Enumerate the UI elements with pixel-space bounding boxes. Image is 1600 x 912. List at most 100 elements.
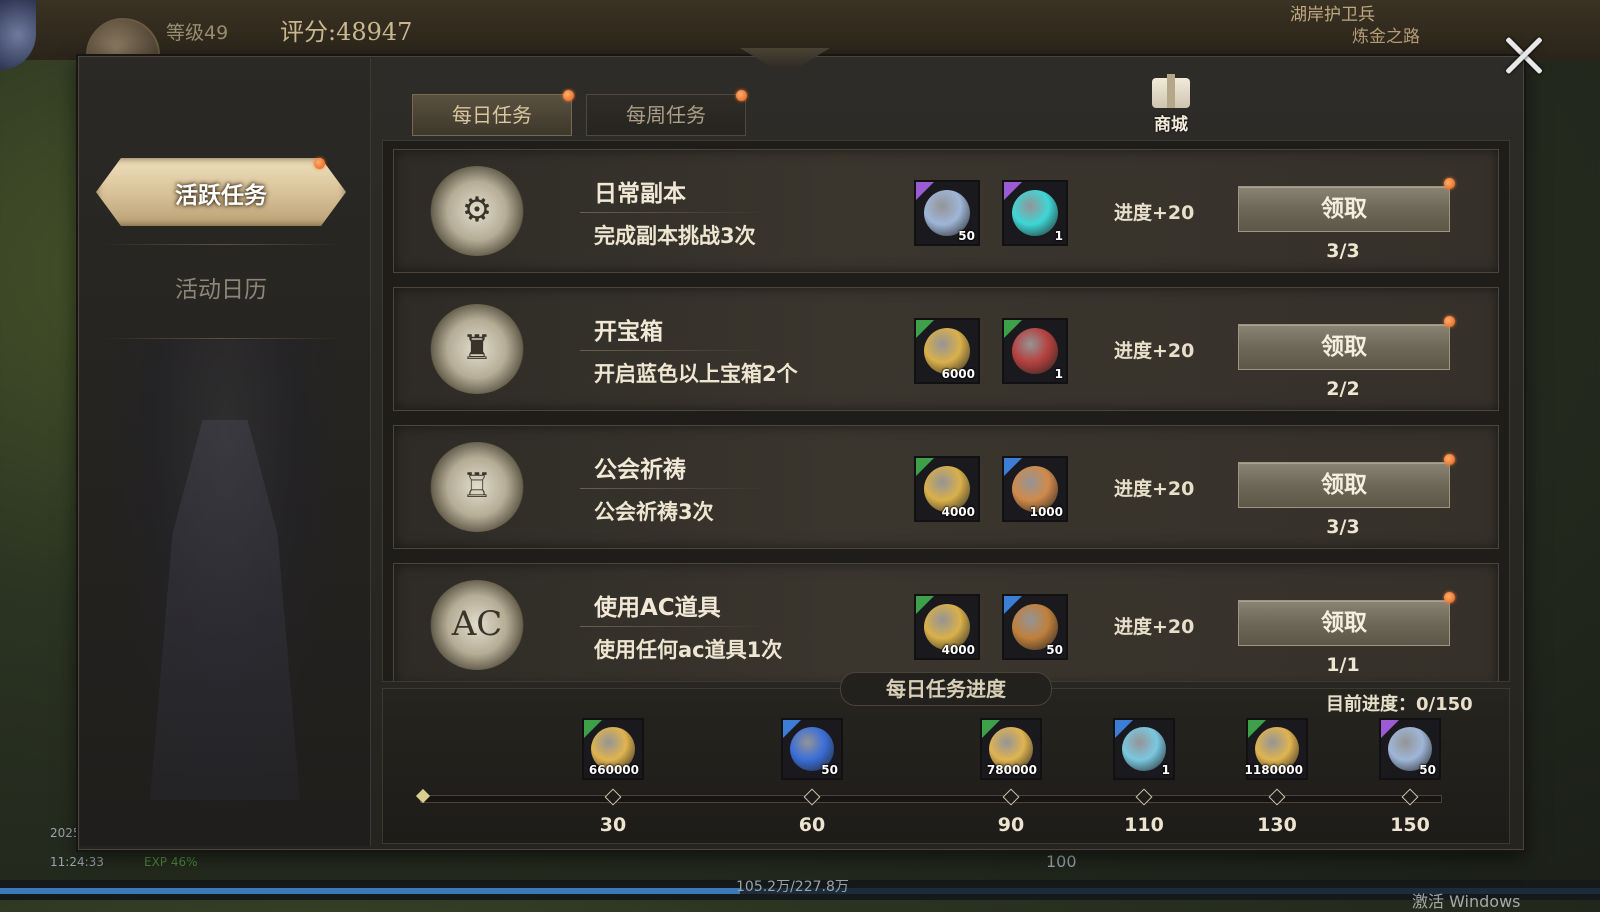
treasure-chest-icon: ♜ <box>430 304 524 394</box>
daily-progress-title: 每日任务进度 <box>840 672 1052 706</box>
reward-slot[interactable]: 4000 <box>914 594 980 660</box>
reward-slot[interactable]: 1000 <box>1002 456 1068 522</box>
sidebar-item-event-calendar[interactable]: 活动日历 <box>96 270 346 310</box>
claim-button[interactable]: 领取 <box>1238 186 1450 232</box>
sidebar-divider <box>102 338 342 339</box>
reward-quantity: 50 <box>821 763 838 777</box>
task-list[interactable]: ⚙ 日常副本 完成副本挑战3次 进度+20 领取 3/3 50 1 ♜ 开宝箱 … <box>382 140 1510 682</box>
milestone-reward[interactable]: 660000 <box>582 718 644 780</box>
reward-quantity: 4000 <box>941 505 975 519</box>
progress-bonus: 进度+20 <box>1114 616 1195 638</box>
player-level: 等级49 <box>166 22 229 44</box>
task-count: 3/3 <box>1326 240 1360 262</box>
task-icon-glyph: ♜ <box>461 328 493 368</box>
progress-track <box>420 795 1442 803</box>
reward-quantity: 1000 <box>1029 505 1063 519</box>
clock-text: 11:24:33 <box>50 855 104 869</box>
notification-dot <box>1444 454 1455 465</box>
player-score: 评分:48947 <box>280 18 413 46</box>
tab-daily-tasks[interactable]: 每日任务 <box>412 94 572 136</box>
close-button[interactable] <box>1496 28 1552 84</box>
ac-item-icon: AC <box>430 580 524 670</box>
reward-quantity: 50 <box>958 229 975 243</box>
exp-text: 105.2万/227.8万 <box>736 879 849 895</box>
task-divider <box>580 626 770 627</box>
task-divider <box>580 212 770 213</box>
hammer-icon <box>1012 328 1058 374</box>
reward-quantity: 1 <box>1161 763 1170 777</box>
reward-slot[interactable]: 4000 <box>914 456 980 522</box>
hud-count: 100 <box>1046 852 1077 871</box>
task-icon-glyph: AC <box>451 604 503 644</box>
task-description: 开启蓝色以上宝箱2个 <box>594 362 798 386</box>
task-title: 使用AC道具 <box>594 595 721 621</box>
task-divider <box>580 350 770 351</box>
reward-quantity: 6000 <box>941 367 975 381</box>
reward-quantity: 50 <box>1419 763 1436 777</box>
task-row: ♜ 开宝箱 开启蓝色以上宝箱2个 进度+20 领取 2/2 6000 1 <box>393 287 1499 411</box>
reward-slot[interactable]: 6000 <box>914 318 980 384</box>
progress-bonus: 进度+20 <box>1114 478 1195 500</box>
notification-dot <box>314 158 325 169</box>
claim-button[interactable]: 领取 <box>1238 324 1450 370</box>
task-count: 2/2 <box>1326 378 1360 400</box>
shop-label: 商城 <box>1154 115 1188 135</box>
claim-button[interactable]: 领取 <box>1238 600 1450 646</box>
guild-icon: ♖ <box>430 442 524 532</box>
task-row: AC 使用AC道具 使用任何ac道具1次 进度+20 领取 1/1 4000 5… <box>393 563 1499 681</box>
reward-quantity: 660000 <box>588 763 639 777</box>
reward-slot[interactable]: 1 <box>1002 318 1068 384</box>
task-title: 开宝箱 <box>594 319 663 345</box>
crystal-icon <box>1012 190 1058 236</box>
progress-bonus: 进度+20 <box>1114 202 1195 224</box>
windows-watermark: 激活 Windows <box>1412 892 1521 911</box>
exp-bar-fill <box>0 888 740 894</box>
progress-bonus: 进度+20 <box>1114 340 1195 362</box>
sidebar-item-active-tasks[interactable]: 活跃任务 <box>96 158 346 226</box>
key-icon <box>1122 727 1166 771</box>
sidebar-item-label: 活跃任务 <box>175 183 267 209</box>
milestone-reward[interactable]: 50 <box>781 718 843 780</box>
sidebar-divider <box>102 244 342 245</box>
shop-button[interactable]: 商城 <box>1144 74 1198 135</box>
reward-quantity: 1 <box>1054 229 1063 243</box>
notification-dot <box>736 90 747 101</box>
quest-subtitle[interactable]: 炼金之路 <box>1352 22 1420 47</box>
notification-dot <box>563 90 574 101</box>
notification-dot <box>1444 178 1455 189</box>
reward-quantity: 4000 <box>941 643 975 657</box>
milestone-value: 60 <box>798 814 826 836</box>
task-description: 使用任何ac道具1次 <box>594 638 783 662</box>
reward-slot[interactable]: 50 <box>914 180 980 246</box>
task-description: 完成副本挑战3次 <box>594 224 756 248</box>
task-title: 公会祈祷 <box>594 457 686 483</box>
claim-button[interactable]: 领取 <box>1238 462 1450 508</box>
task-divider <box>580 488 770 489</box>
task-row: ♖ 公会祈祷 公会祈祷3次 进度+20 领取 3/3 4000 1000 <box>393 425 1499 549</box>
milestone-reward[interactable]: 50 <box>1379 718 1441 780</box>
milestone-value: 150 <box>1390 814 1430 836</box>
reward-slot[interactable]: 1 <box>1002 180 1068 246</box>
task-count: 3/3 <box>1326 516 1360 538</box>
milestone-reward[interactable]: 1180000 <box>1244 718 1308 780</box>
milestone-value: 130 <box>1257 814 1297 836</box>
task-icon-glyph: ♖ <box>461 466 493 506</box>
task-title: 日常副本 <box>594 181 686 207</box>
notification-dot <box>1444 592 1455 603</box>
milestone-value: 30 <box>599 814 627 836</box>
date-text: 2025 <box>50 826 81 840</box>
task-description: 公会祈祷3次 <box>594 500 714 524</box>
dungeon-icon: ⚙ <box>430 166 524 256</box>
reward-quantity: 1180000 <box>1244 763 1303 777</box>
milestone-reward[interactable]: 780000 <box>980 718 1042 780</box>
exp-percent: EXP 46% <box>144 855 198 869</box>
reward-quantity: 1 <box>1054 367 1063 381</box>
reward-quantity: 50 <box>1046 643 1063 657</box>
gift-ribbon <box>1167 74 1175 108</box>
task-row: ⚙ 日常副本 完成副本挑战3次 进度+20 领取 3/3 50 1 <box>393 149 1499 273</box>
tab-weekly-tasks[interactable]: 每周任务 <box>586 94 746 136</box>
milestone-value: 110 <box>1124 814 1164 836</box>
milestone-reward[interactable]: 1 <box>1113 718 1175 780</box>
task-icon-glyph: ⚙ <box>461 190 493 230</box>
reward-slot[interactable]: 50 <box>1002 594 1068 660</box>
